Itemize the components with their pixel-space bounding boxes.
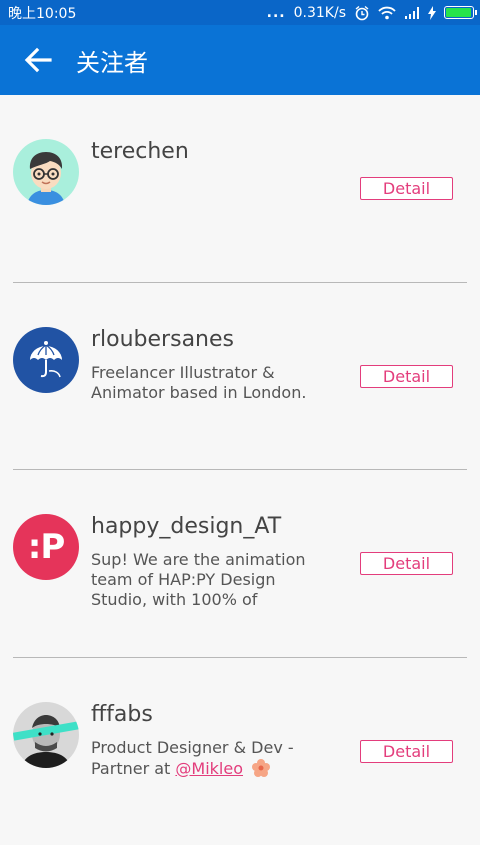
list-item[interactable]: rloubersanes Freelancer Illustrator & An…: [0, 283, 480, 471]
battery-icon: [444, 6, 474, 19]
status-time: 晚上10:05: [8, 3, 76, 23]
mention-link[interactable]: @Mikleo: [175, 759, 243, 778]
p-logo-avatar-icon: :P: [28, 527, 65, 567]
avatar[interactable]: [13, 702, 79, 768]
detail-button[interactable]: Detail: [360, 740, 453, 763]
umbrella-avatar-icon: [13, 327, 79, 393]
network-speed: 0.31K/s: [294, 5, 346, 21]
arrow-left-icon: [22, 44, 54, 76]
signal-icon: [404, 6, 420, 20]
follower-name: terechen: [91, 139, 189, 164]
list-item[interactable]: terechen Detail: [0, 95, 480, 283]
avatar[interactable]: [13, 139, 79, 205]
followers-list: terechen Detail rloubersanes Freelancer …: [0, 95, 480, 845]
detail-button[interactable]: Detail: [360, 552, 453, 575]
status-bar: 晚上10:05 ... 0.31K/s: [0, 0, 480, 25]
more-dots-icon: ...: [267, 5, 286, 21]
follower-description: Sup! We are the animation team of HAP:PY…: [91, 550, 331, 610]
charging-icon: [428, 6, 436, 20]
page-title: 关注者: [76, 43, 148, 78]
follower-name: happy_design_AT: [91, 514, 281, 539]
follower-description: Freelancer Illustrator & Animator based …: [91, 363, 331, 403]
status-icons: ... 0.31K/s: [267, 5, 474, 21]
avatar[interactable]: :P: [13, 514, 79, 580]
photo-avatar-icon: [13, 702, 79, 768]
wifi-icon: [378, 6, 396, 20]
follower-name: fffabs: [91, 702, 153, 727]
alarm-icon: [354, 5, 370, 21]
detail-button[interactable]: Detail: [360, 365, 453, 388]
avatar[interactable]: [13, 327, 79, 393]
list-item[interactable]: :P happy_design_AT Sup! We are the anima…: [0, 470, 480, 658]
cartoon-boy-avatar-icon: [13, 139, 79, 205]
follower-name: rloubersanes: [91, 327, 234, 352]
list-item[interactable]: fffabs Product Designer & Dev - Partner …: [0, 658, 480, 845]
follower-description: Product Designer & Dev - Partner at @Mik…: [91, 738, 331, 779]
app-bar: 关注者: [0, 25, 480, 95]
back-button[interactable]: [0, 25, 76, 95]
hibiscus-emoji-icon: [251, 758, 271, 778]
detail-button[interactable]: Detail: [360, 177, 453, 200]
